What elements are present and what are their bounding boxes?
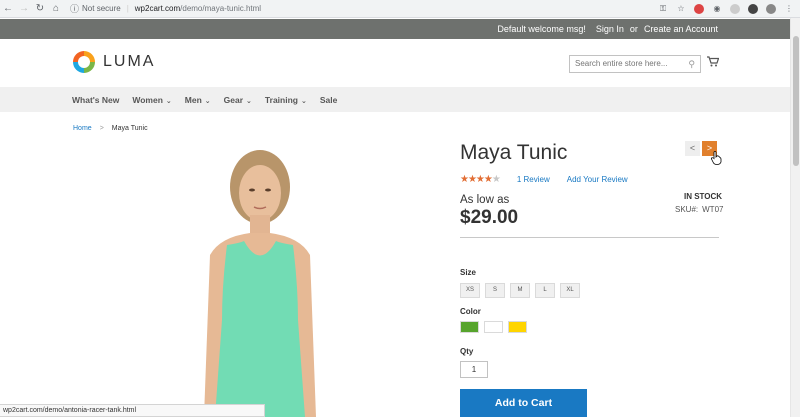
search-input[interactable]: Search entire store here... ⚲: [569, 55, 701, 73]
size-option-m[interactable]: M: [510, 283, 530, 298]
product-sku: SKU#: WT07: [675, 205, 724, 214]
store-logo[interactable]: LUMA: [73, 51, 155, 73]
main-navigation: What's New Women ⌄ Men ⌄ Gear ⌄ Training ⌄ S…: [0, 87, 790, 112]
nav-item-sale[interactable]: Sale: [320, 95, 338, 105]
nav-item-women[interactable]: Women ⌄: [132, 95, 171, 105]
chevron-down-icon: ⌄: [246, 98, 252, 105]
url-path: /demo/maya-tunic.html: [180, 4, 262, 13]
size-option-xs[interactable]: XS: [460, 283, 480, 298]
logo-mark-icon: [73, 51, 95, 73]
extension-icon[interactable]: [748, 4, 758, 14]
key-icon[interactable]: ⚿: [658, 4, 668, 14]
reviews-link[interactable]: 1 Review: [517, 175, 550, 184]
breadcrumb-home[interactable]: Home: [73, 125, 92, 132]
info-icon[interactable]: ⓘ: [70, 2, 79, 15]
page-scrollbar[interactable]: [790, 18, 800, 417]
cart-icon[interactable]: [707, 56, 720, 70]
stock-status: IN STOCK: [684, 192, 723, 201]
back-icon[interactable]: ←: [0, 1, 16, 17]
url-host: wp2cart.com: [134, 4, 181, 13]
chevron-down-icon: ⌄: [165, 98, 172, 105]
product-price: $29.00: [460, 207, 519, 228]
extension-icon[interactable]: [730, 4, 740, 14]
create-account-link[interactable]: Create an Account: [644, 24, 718, 34]
search-icon[interactable]: ⚲: [688, 59, 695, 70]
url-separator: |: [126, 4, 129, 13]
size-option-s[interactable]: S: [485, 283, 505, 298]
size-option-xl[interactable]: XL: [560, 283, 580, 298]
menu-icon[interactable]: ⋮: [784, 4, 794, 14]
size-option-l[interactable]: L: [535, 283, 555, 298]
add-review-link[interactable]: Add Your Review: [567, 175, 628, 184]
nav-item-gear[interactable]: Gear ⌄: [224, 95, 252, 105]
add-to-cart-button[interactable]: Add to Cart: [460, 389, 587, 417]
hand-cursor-icon: [711, 151, 722, 165]
browser-toolbar: ← → ↻ ⌂ ⓘ Not secure | wp2cart.com/demo/…: [0, 0, 800, 18]
search-placeholder: Search entire store here...: [575, 59, 668, 68]
product-rating: ★★★★★ 1 Review Add Your Review: [460, 174, 628, 185]
header-panel: Default welcome msg! Sign In or Create a…: [0, 19, 790, 39]
size-label: Size: [460, 268, 477, 277]
or-text: or: [629, 24, 638, 34]
nav-item-whats-new[interactable]: What's New: [72, 95, 119, 105]
color-swatch-green[interactable]: [460, 321, 479, 333]
extension-icon[interactable]: [694, 4, 704, 14]
size-options: XS S M L XL: [460, 283, 580, 298]
status-bar-url: wp2cart.com/demo/antonia-racer-tank.html: [0, 404, 265, 417]
nav-item-training[interactable]: Training ⌄: [265, 95, 307, 105]
welcome-message: Default welcome msg!: [497, 24, 586, 34]
breadcrumb-current: Maya Tunic: [111, 125, 148, 132]
color-options: [460, 321, 527, 333]
color-swatch-white[interactable]: [484, 321, 503, 333]
product-title: Maya Tunic: [460, 141, 568, 164]
qty-label: Qty: [460, 347, 474, 356]
star-icon[interactable]: ☆: [676, 4, 686, 14]
breadcrumb: Home > Maya Tunic: [73, 125, 148, 132]
reload-icon[interactable]: ↻: [32, 1, 48, 17]
product-image[interactable]: [180, 145, 340, 417]
not-secure-label: Not secure: [82, 4, 121, 13]
camera-icon[interactable]: ◉: [712, 4, 722, 14]
qty-input[interactable]: 1: [460, 361, 488, 378]
color-label: Color: [460, 307, 481, 316]
home-icon[interactable]: ⌂: [48, 1, 64, 17]
sign-in-link[interactable]: Sign In: [596, 24, 624, 34]
chevron-down-icon: ⌄: [204, 98, 211, 105]
nav-item-men[interactable]: Men ⌄: [185, 95, 211, 105]
address-bar[interactable]: ⓘ Not secure | wp2cart.com/demo/maya-tun…: [70, 0, 261, 18]
rating-stars-icon: ★★★★★: [460, 174, 501, 185]
forward-icon[interactable]: →: [16, 1, 32, 17]
chevron-down-icon: ⌄: [300, 98, 307, 105]
breadcrumb-separator: >: [99, 125, 104, 132]
previous-product-button[interactable]: <: [685, 141, 700, 156]
profile-icon[interactable]: [766, 4, 776, 14]
price-label: As low as: [460, 194, 510, 206]
divider: [460, 237, 719, 238]
color-swatch-yellow[interactable]: [508, 321, 527, 333]
scrollbar-thumb[interactable]: [793, 36, 799, 166]
logo-text: LUMA: [103, 53, 156, 70]
